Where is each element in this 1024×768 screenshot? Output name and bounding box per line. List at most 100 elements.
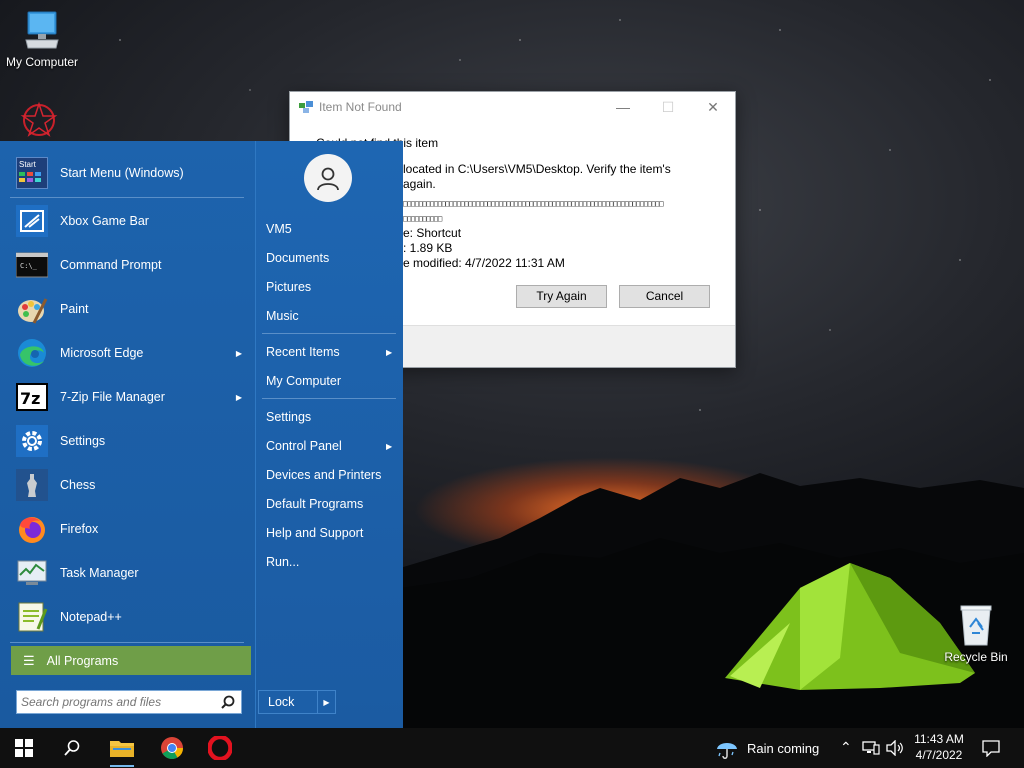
start-item-label: Chess [60, 478, 96, 492]
computer-monitor-icon [25, 11, 59, 49]
notifications-icon[interactable] [982, 739, 1000, 757]
lock-options-arrow-icon[interactable]: ▶ [317, 691, 335, 713]
chrome-icon [161, 737, 183, 759]
start-item-label: Command Prompt [60, 258, 162, 272]
chevron-up-icon[interactable]: ⌃ [840, 739, 852, 756]
running-indicator [110, 765, 134, 767]
xbox-game-bar-icon [16, 205, 48, 237]
dialog-garbled-text-2: □□□□□□□□□□ [403, 214, 442, 223]
user-silhouette-icon [317, 167, 339, 191]
try-again-button[interactable]: Try Again [516, 285, 607, 308]
start-item-label: Firefox [60, 522, 99, 536]
notepadpp-icon [16, 601, 48, 633]
places-item-music[interactable]: Music [266, 309, 299, 323]
places-item-user[interactable]: VM5 [266, 222, 292, 236]
start-item-settings[interactable]: Settings [10, 421, 244, 461]
taskbar-chrome[interactable] [148, 728, 196, 768]
separator [10, 197, 244, 198]
network-icon[interactable] [862, 741, 880, 755]
dialog-titlebar[interactable]: Item Not Found — ☐ ✕ [290, 92, 735, 122]
dialog-garbled-text: □□□□□□□□□□□□□□□□□□□□□□□□□□□□□□□□□□□□□□□□… [403, 199, 664, 208]
clock-time: 11:43 AM [914, 732, 964, 746]
start-button[interactable] [0, 728, 48, 768]
lock-button[interactable]: Lock ▶ [258, 690, 336, 714]
places-item-default-programs[interactable]: Default Programs [266, 497, 363, 511]
dialog-size-line: : 1.89 KB [403, 241, 453, 255]
submenu-arrow-icon: ▶ [386, 348, 393, 357]
places-item-run[interactable]: Run... [266, 555, 299, 569]
places-item-recent-items[interactable]: Recent Items [266, 345, 340, 359]
start-item-label: Paint [60, 302, 89, 316]
start-item-notepadpp[interactable]: Notepad++ [10, 597, 244, 637]
start-menu-icon-text: Start [19, 160, 36, 169]
clock-date: 4/7/2022 [915, 748, 963, 762]
search-input[interactable] [21, 691, 211, 713]
places-item-pictures[interactable]: Pictures [266, 280, 311, 294]
edge-icon [16, 337, 48, 369]
dialog-line-path: located in C:\Users\VM5\Desktop. Verify … [403, 162, 671, 176]
volume-icon[interactable] [886, 740, 904, 756]
start-item-label: Notepad++ [60, 610, 122, 624]
start-item-command-prompt[interactable]: C:\_ Command Prompt [10, 245, 244, 285]
minimize-icon[interactable]: — [600, 92, 646, 122]
desktop-icon-label: Recycle Bin [944, 650, 1008, 664]
start-item-task-manager[interactable]: Task Manager [10, 553, 244, 593]
places-item-control-panel[interactable]: Control Panel [266, 439, 342, 453]
desktop-icon-recycle-bin[interactable]: Recycle Bin [934, 603, 1018, 664]
separator [262, 398, 396, 399]
taskbar-search-button[interactable] [48, 728, 96, 768]
start-item-label: Task Manager [60, 566, 139, 580]
taskbar-file-explorer[interactable] [98, 728, 146, 768]
submenu-arrow-icon: ▶ [386, 442, 393, 451]
start-item-chess[interactable]: Chess [10, 465, 244, 505]
chess-icon [16, 469, 48, 501]
task-manager-icon [16, 557, 48, 589]
start-item-label: Xbox Game Bar [60, 214, 149, 228]
search-box[interactable] [16, 690, 242, 714]
submenu-arrow-icon: ▶ [235, 348, 242, 358]
folder-icon [110, 741, 134, 757]
places-item-documents[interactable]: Documents [266, 251, 329, 265]
start-menu-icon: Start [16, 157, 48, 189]
close-icon[interactable]: ✕ [690, 92, 736, 122]
recycle-bin-icon [960, 605, 992, 646]
start-item-paint[interactable]: Paint [10, 289, 244, 329]
start-menu-icon-tile: Start [16, 157, 48, 189]
maximize-icon: ☐ [661, 99, 675, 115]
all-programs-button[interactable]: ☰ All Programs [11, 646, 251, 675]
weather-text[interactable]: Rain coming [747, 741, 819, 756]
places-item-devices-printers[interactable]: Devices and Printers [266, 468, 381, 482]
umbrella-weather-icon [717, 743, 737, 759]
opera-icon [208, 736, 232, 760]
settings-gear-icon [16, 425, 48, 457]
start-item-label: Microsoft Edge [60, 346, 144, 360]
start-item-label: 7-Zip File Manager [60, 390, 165, 404]
desktop-icon-my-computer[interactable]: My Computer [0, 10, 84, 69]
dialog-title: Item Not Found [319, 100, 402, 114]
start-menu: Start Start Menu (Windows) Xbox Game Bar… [0, 141, 403, 728]
start-item-microsoft-edge[interactable]: Microsoft Edge ▶ [10, 333, 244, 373]
places-item-my-computer[interactable]: My Computer [266, 374, 341, 388]
start-item-firefox[interactable]: Firefox [10, 509, 244, 549]
lock-label: Lock [268, 695, 295, 709]
7zip-icon: 7z [16, 381, 48, 413]
start-item-7zip[interactable]: 7z 7-Zip File Manager ▶ [10, 377, 244, 417]
clock[interactable]: 11:43 AM 4/7/2022 [904, 731, 974, 763]
windows-logo-icon [15, 739, 33, 757]
start-item-label: Start Menu (Windows) [60, 166, 184, 180]
svg-text:7z: 7z [20, 389, 40, 408]
dialog-type-line: e: Shortcut [403, 226, 462, 240]
all-programs-label: All Programs [46, 653, 119, 668]
desktop-icon-red-mandala[interactable] [0, 100, 78, 143]
user-avatar[interactable] [304, 154, 352, 202]
separator [262, 333, 396, 334]
desktop-icon-label: My Computer [5, 55, 79, 69]
places-item-help-support[interactable]: Help and Support [266, 526, 363, 540]
start-item-xbox-game-bar[interactable]: Xbox Game Bar [10, 201, 244, 241]
cancel-button[interactable]: Cancel [619, 285, 710, 308]
taskbar-opera[interactable] [196, 728, 244, 768]
places-item-settings[interactable]: Settings [266, 410, 311, 424]
shortcut-app-icon [299, 101, 313, 113]
start-item-start-menu-windows[interactable]: Start Start Menu (Windows) [10, 153, 244, 193]
search-icon[interactable] [221, 695, 235, 709]
